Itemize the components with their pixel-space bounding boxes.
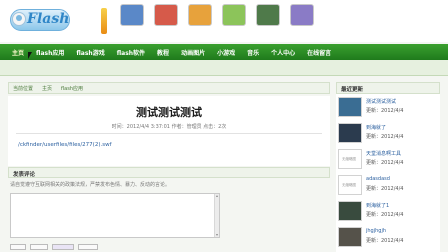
nav-item-user-center[interactable]: 个人中心 — [271, 48, 295, 57]
entry-title[interactable]: 天堂消息啊工具 — [366, 150, 401, 157]
logo-text: Flash — [27, 11, 70, 27]
comment-notice: 请自觉遵守互联网相关的政策法规，严禁发布色情、暴力、反动的言论。 — [10, 182, 171, 188]
entry-thumbnail-placeholder[interactable]: 无缩略图 — [338, 149, 362, 169]
header-divider — [101, 8, 107, 34]
nav-item-music[interactable]: 音乐 — [247, 48, 259, 57]
game-thumbnail — [120, 4, 144, 26]
recent-entry[interactable]: 到海就了1 更新：2012/4/4 — [336, 200, 440, 224]
entry-title[interactable]: jhgjhgjh — [366, 228, 386, 234]
recent-entry[interactable]: jhgjhgjh 更新：2012/4/4 — [336, 226, 440, 250]
sidebar-heading: 最近更新 — [341, 87, 364, 93]
scroll-down-arrow-icon[interactable] — [216, 234, 218, 236]
entry-thumbnail[interactable] — [338, 201, 362, 221]
article-divider — [16, 133, 322, 134]
breadcrumb-label: 当前位置 — [13, 85, 34, 92]
recent-entry[interactable]: 无缩略图 adasdasd 更新：2012/4/4 — [336, 174, 440, 198]
entry-title[interactable]: adasdasd — [366, 176, 390, 182]
entry-thumbnail[interactable] — [338, 123, 362, 143]
game-thumbnail — [188, 4, 212, 26]
featured-game-6[interactable] — [286, 4, 318, 38]
nav-item-flash-apps[interactable]: flash应用 — [36, 48, 64, 57]
nav-item-flash-games[interactable]: flash游戏 — [76, 48, 104, 57]
game-thumbnail — [154, 4, 178, 26]
sidebar-header: 最近更新 — [336, 82, 440, 94]
article-title: 测试测试测试 — [136, 106, 202, 119]
scroll-up-arrow-icon[interactable] — [216, 195, 218, 197]
recent-entry[interactable]: 到海就了 更新：2012/4/4 — [336, 122, 440, 146]
comment-section-header: 发表评论 — [8, 167, 330, 178]
entry-date: 更新：2012/4/4 — [366, 134, 404, 140]
no-thumbnail-label: 无缩略图 — [342, 183, 356, 187]
name-field[interactable] — [10, 244, 26, 250]
comment-heading: 发表评论 — [13, 172, 36, 178]
code-field[interactable] — [30, 244, 48, 250]
game-thumbnail — [256, 4, 280, 26]
nav-item-tutorials[interactable]: 教程 — [157, 48, 169, 57]
featured-game-2[interactable] — [150, 4, 182, 38]
entry-date: 更新：2012/4/4 — [366, 212, 404, 218]
main-nav: 主页 flash应用 flash游戏 flash软件 教程 动画图片 小游戏 音… — [0, 44, 448, 60]
article-file-link[interactable]: /ckfinder/userfiles/files/277(2).swf — [18, 142, 112, 148]
site-header: Flash — [0, 0, 448, 42]
site-logo[interactable]: Flash — [10, 6, 80, 36]
entry-thumbnail[interactable] — [338, 97, 362, 117]
breadcrumb: 当前位置 主页 flash应用 — [8, 82, 330, 94]
nav-item-flash-software[interactable]: flash软件 — [117, 48, 145, 57]
reset-button[interactable] — [78, 244, 98, 250]
featured-game-5[interactable] — [252, 4, 284, 38]
entry-thumbnail[interactable] — [338, 227, 362, 247]
entry-thumbnail-placeholder[interactable]: 无缩略图 — [338, 175, 362, 195]
recent-entry[interactable]: 无缩略图 天堂消息啊工具 更新：2012/4/4 — [336, 148, 440, 172]
sidebar-recent-updates: 最近更新 测试测试测试 更新：2012/4/4 到海就了 更新：2012/4/4… — [336, 82, 440, 252]
nav-item-home[interactable]: 主页 — [12, 48, 24, 57]
article-meta: 时间：2012/4/4 3:37:01 作者：管理员 点击：2次 — [111, 124, 227, 130]
comment-controls — [10, 244, 102, 252]
entry-date: 更新：2012/4/4 — [366, 238, 404, 244]
article: 测试测试测试 时间：2012/4/4 3:37:01 作者：管理员 点击：2次 … — [8, 96, 330, 166]
comment-textarea[interactable] — [10, 193, 220, 238]
featured-game-1[interactable] — [116, 4, 148, 38]
game-thumbnail — [290, 4, 314, 26]
entry-date: 更新：2012/4/4 — [366, 108, 404, 114]
featured-game-3[interactable] — [184, 4, 216, 38]
comment-scrollbar[interactable] — [214, 194, 219, 237]
featured-games — [116, 4, 320, 38]
breadcrumb-category-link[interactable]: flash应用 — [61, 85, 83, 92]
submit-button[interactable] — [52, 244, 74, 250]
breadcrumb-home-link[interactable]: 主页 — [42, 85, 52, 92]
entry-title[interactable]: 到海就了1 — [366, 202, 389, 209]
entry-title[interactable]: 到海就了 — [366, 124, 386, 131]
entry-title[interactable]: 测试测试测试 — [366, 98, 396, 105]
featured-game-4[interactable] — [218, 4, 250, 38]
nav-item-mini-games[interactable]: 小游戏 — [217, 48, 235, 57]
no-thumbnail-label: 无缩略图 — [342, 157, 356, 161]
recent-entry[interactable]: 测试测试测试 更新：2012/4/4 — [336, 96, 440, 120]
entry-date: 更新：2012/4/4 — [366, 186, 404, 192]
sub-nav-bar — [0, 60, 448, 76]
entry-date: 更新：2012/4/4 — [366, 160, 404, 166]
page: Flash 主页 flash应用 flash游戏 flash软件 教程 动画图片… — [0, 0, 448, 252]
nav-item-animated-images[interactable]: 动画图片 — [181, 48, 205, 57]
game-thumbnail — [222, 4, 246, 26]
mouse-cursor-icon — [28, 52, 32, 59]
nav-item-guestbook[interactable]: 在线留言 — [307, 48, 331, 57]
logo-highlight — [16, 15, 22, 21]
